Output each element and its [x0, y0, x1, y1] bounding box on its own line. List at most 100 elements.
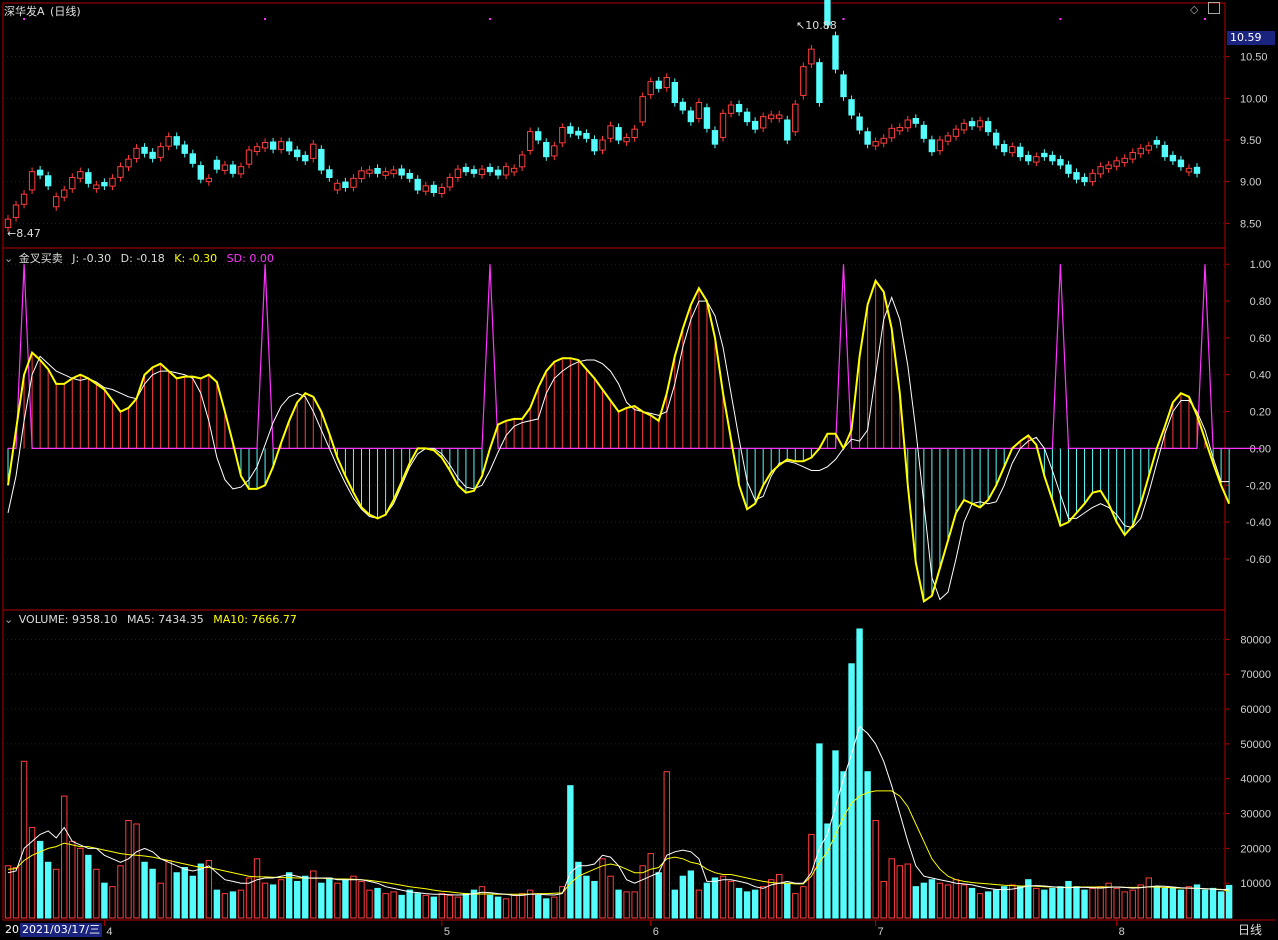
- volume-bar-down: [1209, 887, 1217, 919]
- volume-bar-up: [880, 880, 887, 919]
- volume-bar-down: [816, 743, 823, 919]
- volume-bar-up: [599, 858, 606, 919]
- y-tick-label: -0.40: [1246, 517, 1271, 529]
- candle-down: [1161, 144, 1169, 158]
- volume-bar-up: [358, 880, 365, 919]
- candle-up: [358, 170, 365, 180]
- volume-bar-up: [952, 879, 960, 919]
- candle-down: [912, 118, 920, 124]
- candle-down: [832, 35, 839, 70]
- candle-up: [960, 122, 968, 131]
- min-price-label: ←8.47: [7, 227, 41, 240]
- volume-bar-down: [462, 893, 470, 919]
- volume-bar-up: [695, 889, 703, 919]
- candle-up: [61, 189, 68, 198]
- volume-bar-up: [253, 858, 261, 919]
- candle-up: [551, 145, 558, 157]
- volume-bar-down: [1017, 886, 1024, 919]
- y-tick-label: 0.40: [1250, 370, 1271, 382]
- volume-bar-down: [398, 894, 405, 919]
- candle-down: [36, 169, 44, 176]
- volume-bar-down: [735, 887, 743, 919]
- volume-bar-up: [20, 760, 28, 919]
- indicator-sd: SD: 0.00: [226, 252, 274, 265]
- indicator-j: J: -0.30: [72, 252, 112, 265]
- collapse-icon[interactable]: ⌄: [4, 252, 13, 265]
- candle-up: [727, 104, 735, 114]
- candle-up: [631, 128, 638, 139]
- volume-bar-up: [438, 893, 446, 919]
- y-tick-label: 0.20: [1250, 407, 1271, 419]
- volume-bar-down: [486, 894, 494, 919]
- candle-down: [326, 169, 333, 178]
- period-button[interactable]: 日线: [1232, 922, 1268, 938]
- candle-down: [101, 182, 108, 187]
- candle-up: [808, 48, 815, 65]
- candle-up: [768, 114, 775, 120]
- candle-down: [430, 184, 437, 193]
- volume-bar-up: [551, 896, 558, 919]
- candle-down: [751, 120, 759, 130]
- candle-up: [888, 127, 895, 139]
- collapse-icon[interactable]: ⌄: [4, 613, 13, 626]
- volume-bar-up: [454, 896, 462, 919]
- volume-bar-up: [422, 894, 429, 919]
- indicator-name: 金叉买卖: [18, 252, 63, 265]
- diamond-icon[interactable]: ◇: [1190, 3, 1198, 16]
- volume-bar-down: [1193, 884, 1201, 919]
- volume-bar-down: [181, 867, 188, 919]
- candle-up: [125, 158, 132, 168]
- volume-bar-up: [904, 863, 911, 919]
- candle-down: [494, 169, 502, 176]
- volume-bar-up: [1009, 884, 1016, 919]
- candle-up: [1105, 164, 1112, 170]
- volume-bar-up: [976, 893, 984, 919]
- candle-up: [253, 146, 261, 153]
- candle-down: [687, 110, 695, 123]
- volume-bar-up: [221, 893, 229, 919]
- candle-up: [478, 168, 486, 176]
- volume-bar-down: [141, 861, 148, 919]
- stock-chart[interactable]: 8.50 9.00 9.50 10.00 10.50 1.00 0.80 0.60 0.40 0.…: [0, 0, 1278, 940]
- volume-bar-down: [318, 882, 325, 919]
- y-tick-label: 9.00: [1240, 177, 1261, 189]
- signal-marker: [264, 18, 267, 20]
- y-tick-label: 0.00: [1250, 443, 1271, 455]
- candle-up: [1113, 160, 1120, 167]
- volume-bar-down: [1041, 889, 1048, 919]
- candle-down: [189, 153, 196, 164]
- volume-bar-down: [494, 896, 502, 919]
- candle-down: [486, 166, 494, 173]
- candle-down: [318, 148, 325, 171]
- date-prefix: 20: [5, 923, 19, 936]
- candle-down: [269, 141, 277, 150]
- candle-up: [1097, 166, 1104, 175]
- volume-bar-down: [784, 882, 791, 919]
- volume-bar-down: [1057, 886, 1064, 919]
- volume-bar-up: [125, 819, 132, 919]
- volume-bar-down: [655, 872, 662, 919]
- volume-bar-down: [1177, 889, 1185, 919]
- candle-down: [856, 116, 863, 131]
- candle-up: [1089, 172, 1096, 183]
- candle-down: [920, 124, 928, 139]
- volume-bar-down: [229, 891, 237, 919]
- volume-bar-up: [510, 894, 518, 919]
- max-price-value: 10.88: [805, 19, 837, 32]
- candle-down: [149, 151, 156, 159]
- volume-bar-down: [1000, 886, 1008, 919]
- candle-down: [984, 121, 992, 133]
- candle-down: [735, 104, 743, 113]
- window-restore-icon[interactable]: [1208, 2, 1220, 14]
- candle-down: [864, 131, 871, 145]
- candle-up: [390, 169, 397, 175]
- y-tick-label: 60000: [1240, 704, 1271, 716]
- panel-frame: [2, 2, 1226, 249]
- candle-up: [880, 137, 887, 144]
- volume-bar-up: [237, 889, 245, 919]
- volume-bar-down: [285, 872, 293, 919]
- volume-bar-down: [1201, 889, 1209, 919]
- volume-ma10: MA10: 7666.77: [213, 613, 297, 626]
- candle-up: [77, 171, 84, 179]
- candle-up: [623, 137, 630, 143]
